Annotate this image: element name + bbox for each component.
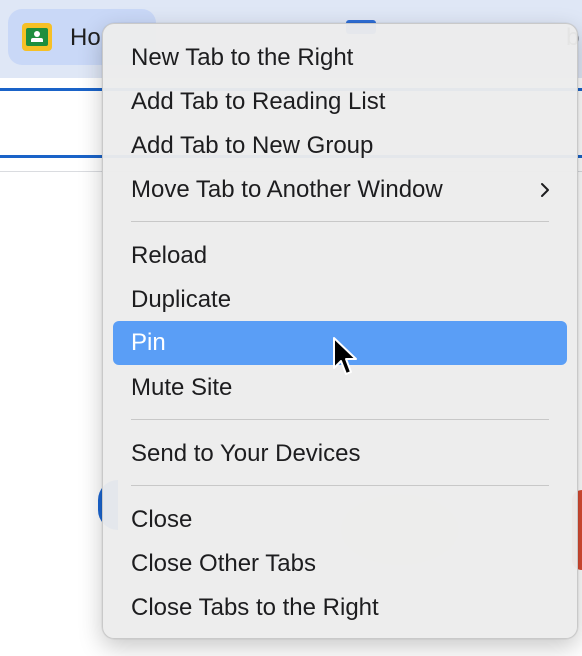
menu-item-label: Pin — [131, 329, 166, 356]
menu-item-add-reading-list[interactable]: Add Tab to Reading List — [113, 80, 567, 124]
menu-item-send-devices[interactable]: Send to Your Devices — [113, 432, 567, 476]
menu-item-add-new-group[interactable]: Add Tab to New Group — [113, 124, 567, 168]
menu-item-label: Add Tab to New Group — [131, 132, 374, 159]
menu-item-label: Close Other Tabs — [131, 550, 316, 577]
menu-item-label: Reload — [131, 242, 208, 269]
menu-item-label: Add Tab to Reading List — [131, 88, 386, 115]
menu-item-label: Close Tabs to the Right — [131, 594, 379, 621]
menu-item-new-tab-right[interactable]: New Tab to the Right — [113, 36, 567, 80]
classroom-favicon-icon — [22, 23, 52, 51]
menu-separator — [131, 419, 549, 420]
menu-item-duplicate[interactable]: Duplicate — [113, 278, 567, 322]
active-tab-title: Ho — [70, 24, 101, 51]
menu-item-reload[interactable]: Reload — [113, 234, 567, 278]
menu-separator — [131, 221, 549, 222]
chevron-right-icon — [541, 183, 549, 197]
menu-separator — [131, 485, 549, 486]
menu-item-close-right[interactable]: Close Tabs to the Right — [113, 586, 567, 630]
menu-item-move-window[interactable]: Move Tab to Another Window — [113, 168, 567, 212]
menu-item-label: Move Tab to Another Window — [131, 176, 443, 203]
menu-item-label: Send to Your Devices — [131, 440, 361, 467]
menu-item-label: Duplicate — [131, 286, 232, 313]
tab-context-menu: New Tab to the Right Add Tab to Reading … — [102, 23, 578, 639]
menu-item-close-other[interactable]: Close Other Tabs — [113, 542, 567, 586]
menu-item-close[interactable]: Close — [113, 498, 567, 542]
mouse-pointer-icon — [333, 337, 357, 375]
menu-item-label: New Tab to the Right — [131, 44, 354, 71]
menu-item-label: Mute Site — [131, 374, 233, 401]
menu-item-label: Close — [131, 506, 193, 533]
